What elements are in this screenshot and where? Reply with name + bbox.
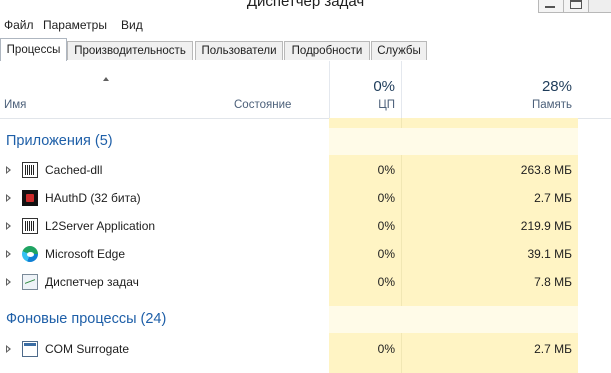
process-cpu: 0% — [377, 247, 395, 261]
process-memory: 39.1 МБ — [527, 247, 572, 261]
tab-details[interactable]: Подробности — [284, 41, 370, 60]
process-cpu: 0% — [377, 219, 395, 233]
minimize-icon — [545, 0, 555, 8]
tab-performance[interactable]: Производительность — [67, 41, 193, 60]
process-cpu: 0% — [377, 191, 395, 205]
tab-users[interactable]: Пользователи — [195, 41, 283, 60]
menu-file[interactable]: Файл — [4, 18, 34, 32]
column-cpu[interactable]: ЦП — [329, 99, 395, 111]
process-name: Microsoft Edge — [45, 247, 126, 261]
process-name: Cached-dll — [45, 163, 103, 177]
expand-arrow-icon[interactable] — [6, 194, 11, 202]
column-memory[interactable]: Память — [401, 99, 572, 111]
com-surrogate-icon — [22, 341, 38, 357]
menu-options[interactable]: Параметры — [43, 18, 107, 32]
close-button[interactable] — [588, 0, 611, 13]
process-row[interactable]: Cached-dll 0% 263.8 МБ — [0, 157, 611, 184]
exe-icon — [22, 162, 38, 178]
sort-ascending-icon[interactable] — [103, 77, 109, 81]
process-memory: 263.8 МБ — [520, 163, 572, 177]
expand-arrow-icon[interactable] — [6, 278, 11, 286]
memory-total-percent: 28% — [541, 78, 572, 95]
process-memory: 219.9 МБ — [520, 219, 572, 233]
process-name: Диспетчер задач — [45, 275, 139, 289]
group-header-background[interactable]: Фоновые процессы (24) — [0, 306, 611, 333]
edge-icon — [22, 246, 38, 262]
process-cpu: 0% — [377, 163, 395, 177]
process-row[interactable]: HAuthD (32 бита) 0% 2.7 МБ — [0, 185, 611, 212]
menu-view[interactable]: Вид — [121, 18, 143, 32]
process-name: COM Surrogate — [45, 342, 130, 356]
hauthd-icon — [22, 190, 38, 206]
process-cpu: 0% — [377, 342, 395, 356]
tab-services[interactable]: Службы — [371, 41, 427, 60]
process-row[interactable]: L2Server Application 0% 219.9 МБ — [0, 213, 611, 240]
process-row[interactable]: Microsoft Edge 0% 39.1 МБ — [0, 241, 611, 268]
expand-arrow-icon[interactable] — [6, 345, 11, 353]
task-manager-icon — [22, 274, 38, 290]
process-memory: 2.7 МБ — [534, 191, 572, 205]
column-status[interactable]: Состояние — [234, 99, 291, 111]
cpu-total-percent: 0% — [373, 78, 395, 95]
process-name: HAuthD (32 бита) — [45, 191, 141, 205]
title-bar: Диспетчер задач — [0, 0, 611, 13]
process-cpu: 0% — [377, 275, 395, 289]
column-header: Имя Состояние 0% ЦП 28% Память — [0, 61, 611, 119]
process-memory: 2.7 МБ — [534, 342, 572, 356]
expand-arrow-icon[interactable] — [6, 250, 11, 258]
maximize-icon — [570, 0, 582, 9]
expand-arrow-icon[interactable] — [6, 166, 11, 174]
process-memory: 7.8 МБ — [534, 275, 572, 289]
window-title: Диспетчер задач — [246, 0, 365, 10]
process-row[interactable]: COM Surrogate 0% 2.7 МБ — [0, 336, 611, 363]
group-header-apps[interactable]: Приложения (5) — [0, 128, 611, 155]
expand-arrow-icon[interactable] — [6, 222, 11, 230]
minimize-button[interactable] — [538, 0, 564, 13]
group-band — [329, 128, 578, 155]
menu-bar: Файл Параметры Вид — [0, 13, 611, 37]
column-name[interactable]: Имя — [4, 99, 26, 111]
exe-icon — [22, 218, 38, 234]
group-title-background: Фоновые процессы (24) — [6, 311, 167, 327]
process-name: L2Server Application — [45, 219, 156, 233]
group-title-apps: Приложения (5) — [6, 133, 113, 149]
group-band — [329, 306, 578, 333]
tab-processes[interactable]: Процессы — [0, 38, 67, 61]
process-row[interactable]: Диспетчер задач 0% 7.8 МБ — [0, 269, 611, 296]
maximize-button[interactable] — [563, 0, 589, 13]
tab-strip: Процессы Производительность Пользователи… — [0, 37, 611, 62]
